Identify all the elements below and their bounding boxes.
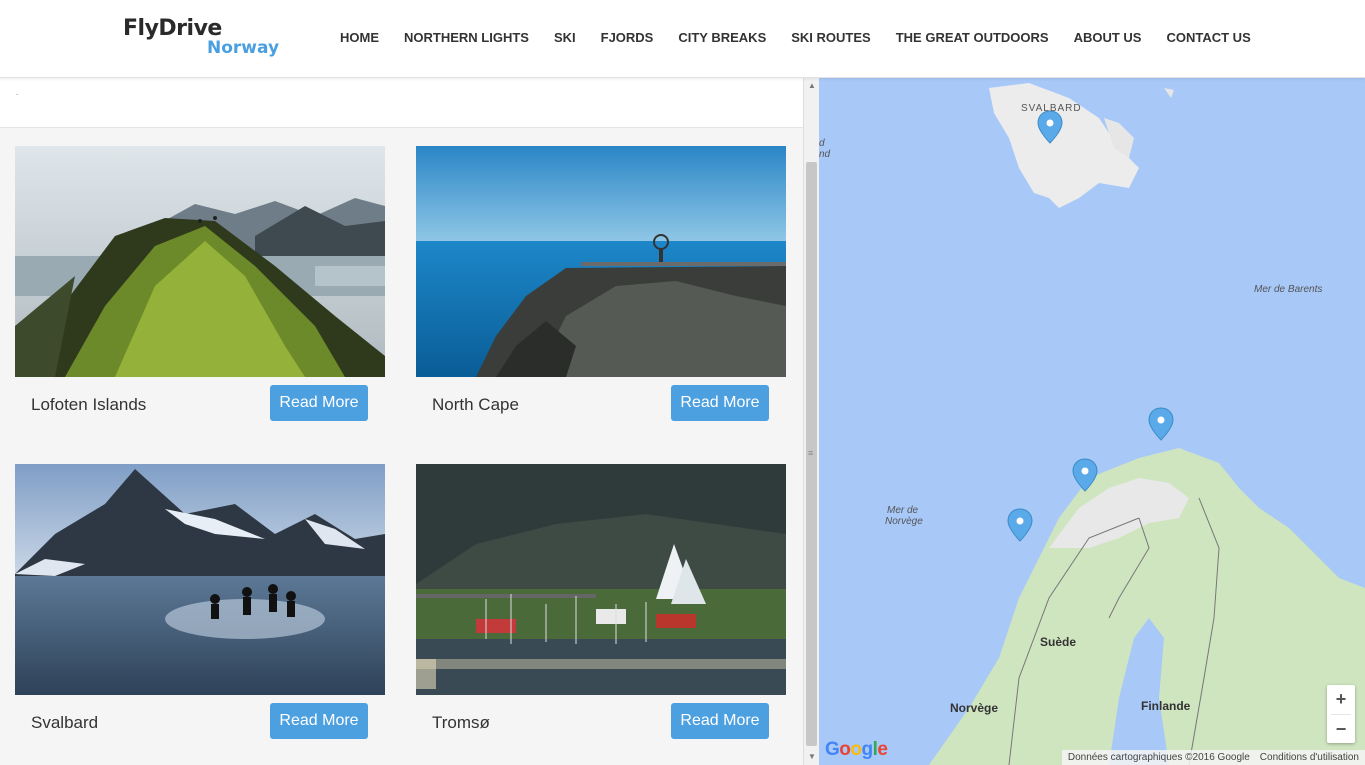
map-label-edge-2: nd [819, 149, 831, 160]
map-label-norwegian-sea-1: Mer de [887, 505, 919, 516]
map-label-norwegian-sea-2: Norvège [885, 516, 923, 527]
filter-strip: . [0, 78, 803, 128]
zoom-out-button[interactable]: − [1327, 715, 1355, 744]
card-image-tromso[interactable] [416, 464, 786, 695]
map-label-edge-1: d [819, 138, 825, 149]
site-header: FlyDrive Norway HOME NORTHERN LIGHTS SKI… [0, 0, 1365, 78]
map-view[interactable]: SVALBARD Mer de Barents Mer de Norvège d… [819, 78, 1365, 765]
card-tromso: Tromsø Read More [416, 464, 786, 739]
card-title: North Cape [432, 395, 519, 414]
nav-city-breaks[interactable]: CITY BREAKS [678, 30, 766, 45]
map-zoom-control: + − [1327, 685, 1355, 743]
card-image-svalbard[interactable] [15, 464, 385, 695]
nav-about-us[interactable]: ABOUT US [1074, 30, 1142, 45]
zoom-in-button[interactable]: + [1327, 685, 1355, 714]
map-label-barents-sea: Mer de Barents [1254, 284, 1323, 295]
main-nav: HOME NORTHERN LIGHTS SKI FJORDS CITY BRE… [340, 30, 1276, 45]
nav-home[interactable]: HOME [340, 30, 379, 45]
list-scrollbar[interactable]: ▲ ≡ ▼ [803, 78, 819, 765]
nav-great-outdoors[interactable]: THE GREAT OUTDOORS [896, 30, 1049, 45]
card-svalbard: Svalbard Read More [15, 464, 385, 739]
card-title: Lofoten Islands [31, 395, 147, 414]
card-north-cape: North Cape Read More [416, 146, 786, 421]
map-label-finlande: Finlande [1141, 699, 1191, 713]
read-more-button[interactable]: Read More [671, 385, 769, 421]
scroll-up-arrow-icon[interactable]: ▲ [807, 81, 817, 91]
read-more-button[interactable]: Read More [270, 385, 368, 421]
read-more-button[interactable]: Read More [671, 703, 769, 739]
scroll-down-arrow-icon[interactable]: ▼ [807, 752, 817, 762]
card-image-north-cape[interactable] [416, 146, 786, 377]
map-attribution: Données cartographiques ©2016 Google [1067, 752, 1250, 763]
map-attribution-bar: Données cartographiques ©2016 Google Con… [1061, 750, 1365, 765]
scroll-grip-icon: ≡ [808, 448, 814, 458]
nav-contact-us[interactable]: CONTACT US [1166, 30, 1250, 45]
logo-text-bottom: Norway [207, 38, 280, 58]
nav-northern-lights[interactable]: NORTHERN LIGHTS [404, 30, 529, 45]
map-label-suede: Suède [1040, 635, 1077, 649]
nav-ski[interactable]: SKI [554, 30, 576, 45]
card-image-lofoten[interactable] [15, 146, 385, 377]
destination-list: . Lofoten Islands Read More North Cape R… [0, 78, 803, 765]
google-logo[interactable]: Google [825, 739, 888, 761]
brand-logo[interactable]: FlyDrive Norway [123, 16, 283, 60]
map-terms-link[interactable]: Conditions d'utilisation [1260, 752, 1359, 763]
card-lofoten: Lofoten Islands Read More [15, 146, 385, 421]
read-more-button[interactable]: Read More [270, 703, 368, 739]
card-title: Tromsø [432, 713, 490, 732]
map-label-norvege: Norvège [950, 701, 999, 715]
map-label-svalbard: SVALBARD [1021, 103, 1082, 114]
card-title: Svalbard [31, 713, 99, 732]
nav-ski-routes[interactable]: SKI ROUTES [791, 30, 870, 45]
nav-fjords[interactable]: FJORDS [601, 30, 654, 45]
strip-dot: . [16, 88, 19, 97]
